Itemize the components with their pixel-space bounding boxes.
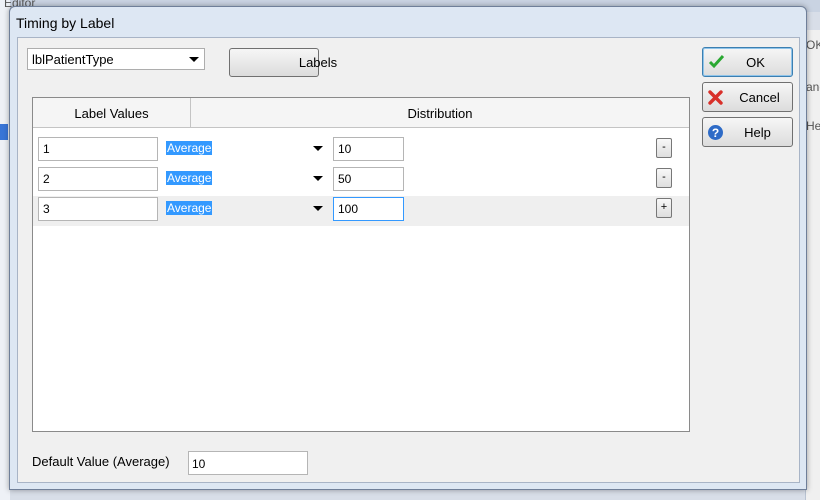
help-button[interactable]: ? Help [702, 117, 793, 147]
timing-by-label-dialog: Timing by Label lblPatientType Labels La… [9, 6, 807, 490]
ok-button[interactable]: OK [702, 47, 793, 77]
labels-button-label: Labels [298, 55, 338, 70]
label-value-input[interactable]: 2 [38, 167, 158, 191]
remove-row-button[interactable]: - [656, 168, 672, 188]
distribution-select[interactable]: Average [164, 197, 328, 221]
remove-row-button[interactable]: - [656, 138, 672, 158]
default-value-label: Default Value (Average) [32, 454, 170, 469]
dialog-client-area: lblPatientType Labels Label Values Distr… [17, 37, 800, 483]
default-value-input[interactable]: 10 [188, 451, 308, 475]
chevron-down-icon[interactable] [313, 146, 323, 151]
chevron-down-icon[interactable] [313, 206, 323, 211]
cancel-button[interactable]: Cancel [702, 82, 793, 112]
distribution-select-value: Average [166, 141, 213, 155]
cancel-button-label: Cancel [739, 90, 780, 105]
background-app-selection [0, 124, 8, 140]
column-header-label-values[interactable]: Label Values [33, 98, 191, 128]
label-values-grid: Label Values Distribution 1 Average 10 -… [32, 97, 690, 432]
background-app-right-panel [805, 30, 820, 500]
distribution-select[interactable]: Average [164, 167, 328, 191]
background-text-cancel: anc [806, 80, 820, 94]
label-select[interactable]: lblPatientType [27, 48, 205, 70]
dialog-title: Timing by Label [16, 15, 115, 31]
distribution-value-input[interactable]: 10 [333, 137, 404, 161]
background-text-help: Hel [806, 119, 820, 133]
labels-button[interactable]: Labels [229, 48, 337, 77]
help-button-label: Help [744, 125, 771, 140]
distribution-value-input[interactable]: 100 [333, 197, 404, 221]
label-value-input[interactable]: 3 [38, 197, 158, 221]
background-text-ok: OK [806, 38, 820, 52]
distribution-value-input[interactable]: 50 [333, 167, 404, 191]
dialog-titlebar[interactable]: Timing by Label [10, 7, 806, 37]
chevron-down-icon[interactable] [313, 176, 323, 181]
table-row: 1 Average 10 - [33, 136, 689, 166]
add-row-button[interactable]: + [656, 198, 672, 218]
table-row: 2 Average 50 - [33, 166, 689, 196]
chevron-down-icon[interactable] [189, 57, 199, 62]
label-select-value: lblPatientType [32, 52, 114, 67]
column-header-distribution[interactable]: Distribution [191, 98, 689, 128]
table-row: 3 Average 100 + [33, 196, 689, 226]
ok-button-label: OK [746, 55, 765, 70]
distribution-select[interactable]: Average [164, 137, 328, 161]
distribution-select-value: Average [166, 171, 213, 185]
label-value-input[interactable]: 1 [38, 137, 158, 161]
distribution-select-value: Average [166, 201, 213, 215]
